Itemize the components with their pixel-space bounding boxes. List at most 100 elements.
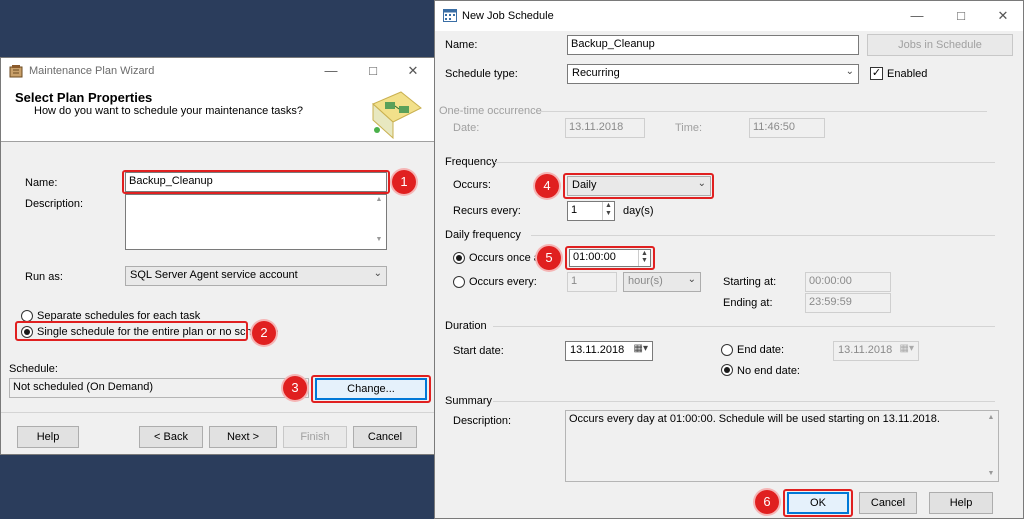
occurs-every-field[interactable]: 1 [567,272,617,292]
close-icon[interactable]: ✕ [391,58,435,84]
section-divider [495,162,995,163]
name-label: Name: [25,177,58,189]
close-icon[interactable]: ✕ [981,3,1024,29]
section-divider [493,326,995,327]
chevron-down-icon: ⌄ [845,66,854,77]
help-button[interactable]: Help [17,426,79,448]
one-time-header: One-time occurrence [439,105,542,117]
summary-description-label: Description: [453,415,512,427]
daily-frequency-header: Daily frequency [445,229,521,241]
date-label: Date: [453,122,480,134]
job-name-field[interactable]: Backup_Cleanup [567,35,859,55]
end-date-label: End date: [737,344,785,356]
no-end-date-label: No end date: [737,365,800,377]
job-name-label: Name: [445,39,478,51]
schedule-value-field: Not scheduled (On Demand) [9,378,309,398]
start-date-picker[interactable]: 13.11.2018 ▦▾ [565,341,653,361]
wizard-title-bar: Maintenance Plan Wizard — □ ✕ [1,58,435,84]
recurs-every-label: Recurs every: [453,205,521,217]
step-badge-4: 4 [535,174,559,198]
page-subtitle: How do you want to schedule your mainten… [34,105,304,117]
schedule-label: Schedule: [9,363,58,375]
occurs-every-radio[interactable] [453,276,465,288]
time-label: Time: [675,122,703,134]
next-button[interactable]: Next > [209,426,277,448]
run-as-value: SQL Server Agent service account [130,269,298,281]
maximize-icon[interactable]: □ [351,58,395,84]
section-divider [541,111,987,112]
minimize-icon[interactable]: — [309,58,353,84]
run-as-label: Run as: [25,271,63,283]
ending-at-field[interactable]: 23:59:59 [805,293,891,313]
no-end-date-radio[interactable] [721,364,733,376]
enabled-label: Enabled [887,68,928,80]
enabled-checkbox[interactable]: ✓ [870,67,883,80]
help-button[interactable]: Help [929,492,993,514]
start-date-value: 13.11.2018 [570,344,625,356]
dialog-title: New Job Schedule [462,10,554,22]
frequency-header: Frequency [445,156,497,168]
annotation-highlight [565,246,655,270]
step-badge-5: 5 [537,246,561,270]
duration-header: Duration [445,320,487,332]
occurs-every-unit-select[interactable]: hour(s) ⌄ [623,272,701,292]
occurs-label: Occurs: [453,179,491,191]
section-divider [531,235,995,236]
cancel-button[interactable]: Cancel [353,426,417,448]
step-badge-6: 6 [755,490,779,514]
wizard-illustration-icon [372,91,422,140]
end-date-value: 13.11.2018 [838,344,893,356]
description-label: Description: [25,198,84,210]
description-scrollbar[interactable]: ▲ ▼ [373,195,385,249]
recurs-every-field[interactable]: 1 ▲ ▼ [567,201,615,221]
annotation-highlight [563,173,714,199]
annotation-highlight [122,170,390,194]
wizard-title: Maintenance Plan Wizard [29,65,155,77]
calendar-dropdown-icon: ▦▾ [633,343,648,354]
occurs-once-label: Occurs once at: [469,252,547,264]
step-badge-3: 3 [283,376,307,400]
summary-scrollbar[interactable]: ▲ ▼ [985,411,997,481]
end-date-picker[interactable]: 13.11.2018 ▦▾ [833,341,919,361]
new-job-schedule-dialog: New Job Schedule — □ ✕ Name: Backup_Clea… [434,0,1024,519]
page-title: Select Plan Properties [15,90,153,105]
occurs-every-label: Occurs every: [469,276,537,288]
wizard-app-icon [9,65,23,78]
spinner-icon[interactable]: ▲ ▼ [602,202,614,220]
annotation-highlight [783,489,853,517]
end-date-radio[interactable] [721,344,733,356]
footer-divider [1,412,435,413]
schedule-type-label: Schedule type: [445,68,518,80]
one-time-date-field[interactable]: 13.11.2018 [565,118,645,138]
section-divider [493,401,995,402]
calendar-icon [443,9,457,22]
occurs-once-radio[interactable] [453,252,465,264]
maintenance-plan-wizard-window: Maintenance Plan Wizard — □ ✕ Select Pla… [0,57,436,455]
description-textarea[interactable] [125,194,387,250]
schedule-type-value: Recurring [572,67,620,79]
recurs-unit-label: day(s) [623,205,654,217]
occurs-every-unit: hour(s) [628,275,663,287]
cancel-button[interactable]: Cancel [859,492,917,514]
dialog-title-bar: New Job Schedule — □ ✕ [435,1,1023,31]
ending-at-label: Ending at: [723,297,773,309]
run-as-select[interactable]: SQL Server Agent service account ⌄ [125,266,387,286]
step-badge-2: 2 [252,321,276,345]
schedule-type-select[interactable]: Recurring ⌄ [567,64,859,84]
summary-description-field: Occurs every day at 01:00:00. Schedule w… [565,410,999,482]
maximize-icon[interactable]: □ [939,3,983,29]
back-button[interactable]: < Back [139,426,203,448]
chevron-down-icon: ⌄ [373,268,382,279]
starting-at-label: Starting at: [723,276,777,288]
minimize-icon[interactable]: — [895,3,939,29]
one-time-time-field[interactable]: 11:46:50 [749,118,825,138]
jobs-in-schedule-button[interactable]: Jobs in Schedule [867,34,1013,56]
annotation-highlight [15,321,248,341]
annotation-highlight [311,375,431,403]
step-badge-1: 1 [392,170,416,194]
finish-button[interactable]: Finish [283,426,347,448]
recurs-every-value: 1 [571,204,578,216]
start-date-label: Start date: [453,345,504,357]
wizard-header: Select Plan Properties How do you want t… [1,84,435,142]
starting-at-field[interactable]: 00:00:00 [805,272,891,292]
